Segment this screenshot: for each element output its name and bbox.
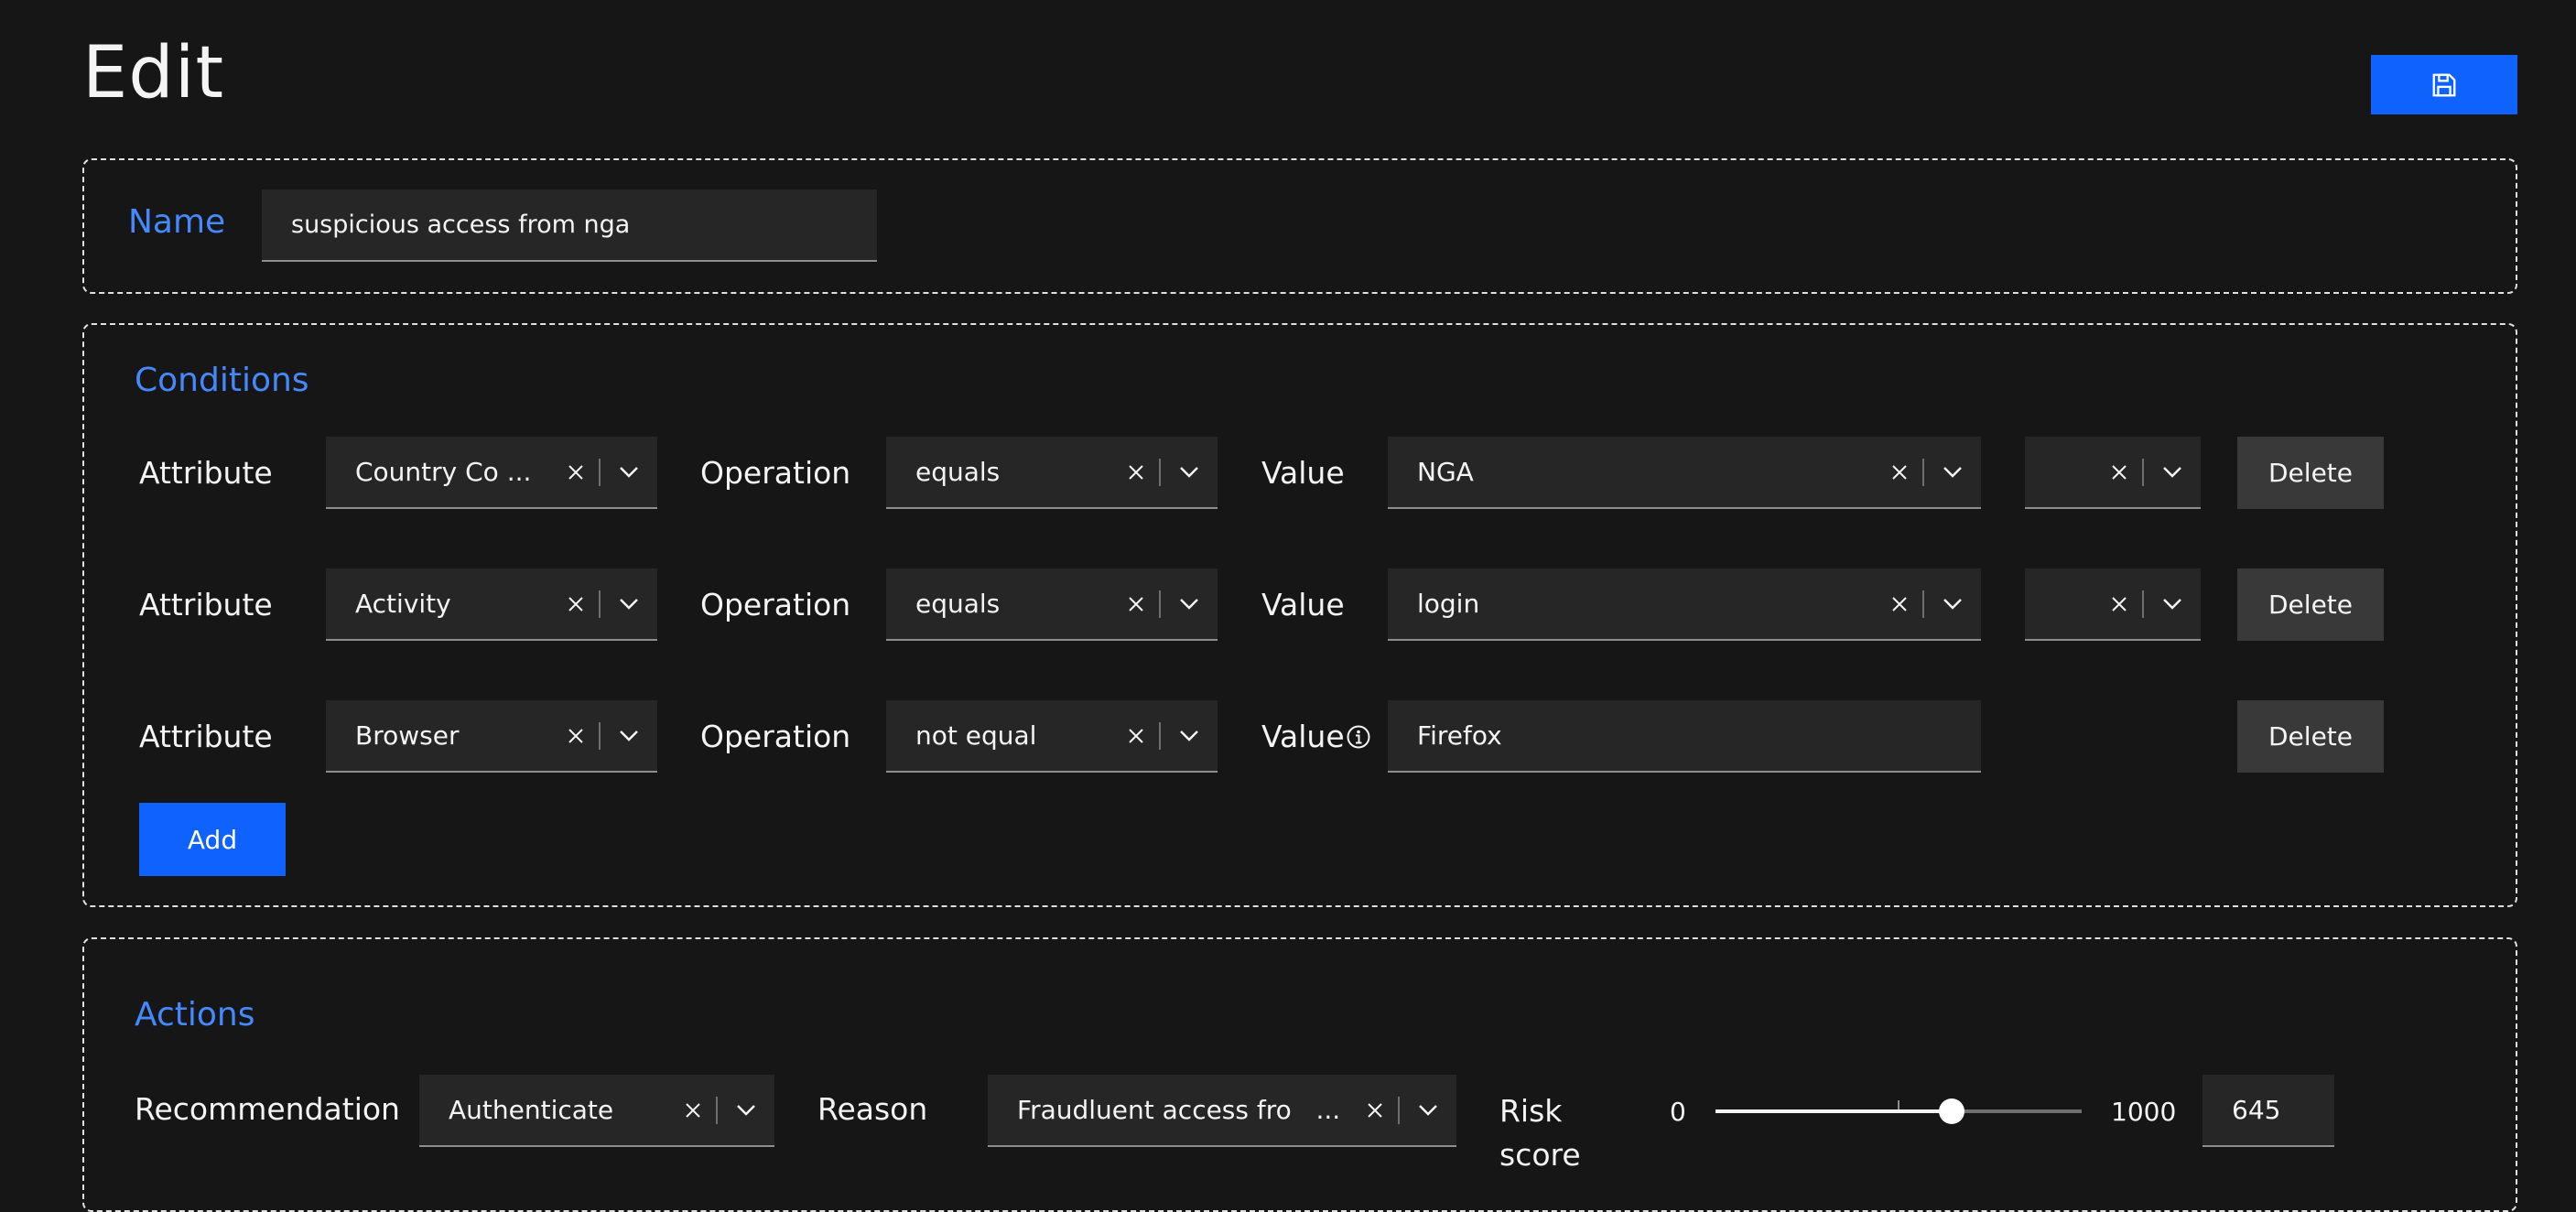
chevron-down-icon[interactable]	[718, 1092, 774, 1129]
attribute-select[interactable]: Country Co ...	[326, 437, 657, 509]
secondary-select[interactable]	[2025, 437, 2201, 509]
delete-button[interactable]: Delete	[2237, 568, 2384, 641]
operation-label: Operation	[700, 587, 851, 622]
attribute-select[interactable]: Activity	[326, 568, 657, 641]
operation-label: Operation	[700, 719, 851, 754]
save-icon	[2432, 73, 2456, 96]
reason-select-value: Fraudluent access fro ...	[1017, 1095, 1341, 1125]
risk-score-label: Risk score	[1499, 1089, 1581, 1177]
value-input-value: Firefox	[1417, 720, 1502, 751]
attribute-select[interactable]: Browser	[326, 700, 657, 773]
operation-select-value: equals	[915, 457, 1001, 487]
clear-icon[interactable]	[2096, 586, 2142, 622]
slider-track-rest	[1952, 1109, 2082, 1113]
clear-icon[interactable]	[553, 718, 599, 754]
clear-icon[interactable]	[1113, 586, 1159, 622]
clear-icon[interactable]	[1352, 1092, 1398, 1129]
risk-score-input-value: 645	[2232, 1095, 2281, 1125]
chevron-down-icon[interactable]	[1924, 454, 1981, 491]
value-select-value: NGA	[1417, 457, 1474, 487]
value-label: Value	[1261, 455, 1345, 491]
slider-min-label: 0	[1670, 1097, 1686, 1127]
clear-icon[interactable]	[1113, 454, 1159, 491]
attribute-select-value: Activity	[355, 589, 451, 619]
clear-icon[interactable]	[670, 1092, 716, 1129]
save-button[interactable]	[2371, 55, 2517, 114]
delete-button[interactable]: Delete	[2237, 437, 2384, 509]
chevron-down-icon[interactable]	[601, 718, 657, 754]
chevron-down-icon[interactable]	[2144, 454, 2201, 491]
clear-icon[interactable]	[1113, 718, 1159, 754]
delete-button[interactable]: Delete	[2237, 700, 2384, 773]
attribute-label: Attribute	[139, 455, 273, 491]
clear-icon[interactable]	[1877, 454, 1922, 491]
recommendation-select-value: Authenticate	[449, 1095, 614, 1125]
chevron-down-icon[interactable]	[601, 454, 657, 491]
value-select[interactable]: NGA	[1388, 437, 1981, 509]
chevron-down-icon[interactable]	[1924, 586, 1981, 622]
name-label: Name	[128, 203, 226, 241]
risk-score-label-line1: Risk	[1499, 1093, 1563, 1129]
clear-icon[interactable]	[553, 586, 599, 622]
slider-max-label: 1000	[2111, 1097, 2177, 1127]
value-label: Value	[1261, 587, 1345, 622]
info-icon[interactable]	[1346, 724, 1371, 750]
chevron-down-icon[interactable]	[601, 586, 657, 622]
page-title: Edit	[82, 32, 225, 114]
name-input-value: suspicious access from nga	[291, 211, 631, 239]
attribute-label: Attribute	[139, 587, 273, 622]
risk-score-input[interactable]: 645	[2203, 1075, 2334, 1147]
value-input[interactable]: Firefox	[1388, 700, 1981, 773]
value-label: Value	[1261, 719, 1345, 754]
attribute-select-value: Country Co ...	[355, 457, 532, 487]
chevron-down-icon[interactable]	[1161, 718, 1218, 754]
reason-select[interactable]: Fraudluent access fro ...	[988, 1075, 1456, 1147]
chevron-down-icon[interactable]	[1161, 454, 1218, 491]
recommendation-select[interactable]: Authenticate	[419, 1075, 774, 1147]
operation-select[interactable]: equals	[886, 437, 1218, 509]
value-select[interactable]: login	[1388, 568, 1981, 641]
operation-select-value: not equal	[915, 720, 1037, 751]
name-input[interactable]: suspicious access from nga	[262, 189, 877, 262]
attribute-label: Attribute	[139, 719, 273, 754]
add-button[interactable]: Add	[139, 803, 286, 876]
chevron-down-icon[interactable]	[1161, 586, 1218, 622]
slider-track-filled	[1716, 1109, 1952, 1113]
chevron-down-icon[interactable]	[2144, 586, 2201, 622]
reason-label: Reason	[817, 1091, 928, 1127]
clear-icon[interactable]	[1877, 586, 1922, 622]
operation-select-value: equals	[915, 589, 1001, 619]
slider-thumb[interactable]	[1939, 1098, 1964, 1124]
conditions-heading: Conditions	[135, 362, 309, 399]
operation-label: Operation	[700, 455, 851, 491]
operation-select[interactable]: equals	[886, 568, 1218, 641]
attribute-select-value: Browser	[355, 720, 460, 751]
risk-score-label-line2: score	[1499, 1137, 1581, 1173]
value-select-value: login	[1417, 589, 1480, 619]
clear-icon[interactable]	[2096, 454, 2142, 491]
actions-heading: Actions	[135, 996, 255, 1033]
risk-score-slider[interactable]	[1716, 1095, 2082, 1128]
secondary-select[interactable]	[2025, 568, 2201, 641]
operation-select[interactable]: not equal	[886, 700, 1218, 773]
clear-icon[interactable]	[553, 454, 599, 491]
recommendation-label: Recommendation	[135, 1091, 400, 1127]
slider-midpoint-tick	[1898, 1100, 1900, 1109]
chevron-down-icon[interactable]	[1400, 1092, 1456, 1129]
